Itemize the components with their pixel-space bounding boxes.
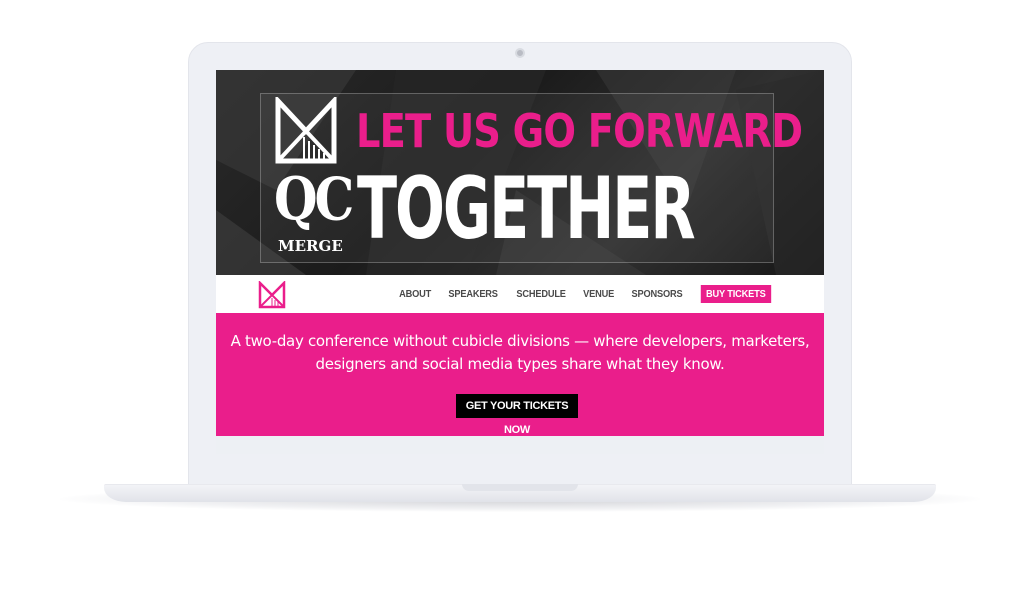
nav-about[interactable]: ABOUT (393, 285, 436, 303)
nav-sponsors[interactable]: SPONSORS (627, 285, 689, 303)
logo-qc-text: QC (274, 164, 354, 234)
nav-menu: ABOUT SPEAKERS SCHEDULE VENUE SPONSORS B… (391, 285, 776, 303)
logo-merge-text: MERGE (278, 237, 343, 255)
camera-icon (515, 48, 525, 58)
nav-schedule[interactable]: SCHEDULE (511, 285, 571, 303)
website-screen: QC MERGE LET US GO FORWARD TOGETHER ABOU… (216, 70, 824, 454)
hero-banner: QC MERGE LET US GO FORWARD TOGETHER (216, 70, 824, 275)
get-tickets-button[interactable]: GET YOUR TICKETS NOW (456, 394, 578, 436)
intro-text: A two-day conference without cubicle div… (230, 332, 810, 373)
tagline-line-2: TOGETHER (357, 159, 696, 259)
buy-tickets-button[interactable]: BUY TICKETS (701, 285, 772, 303)
nav-speakers[interactable]: SPEAKERS (443, 285, 503, 303)
nav-venue[interactable]: VENUE (578, 285, 620, 303)
navigation-bar: ABOUT SPEAKERS SCHEDULE VENUE SPONSORS B… (216, 275, 824, 313)
laptop-notch (462, 484, 578, 491)
intro-section: A two-day conference without cubicle div… (216, 313, 824, 436)
home-logo-icon[interactable] (258, 281, 286, 309)
tagline-line-1: LET US GO FORWARD (356, 104, 803, 158)
qc-merge-logo-icon (275, 97, 337, 164)
